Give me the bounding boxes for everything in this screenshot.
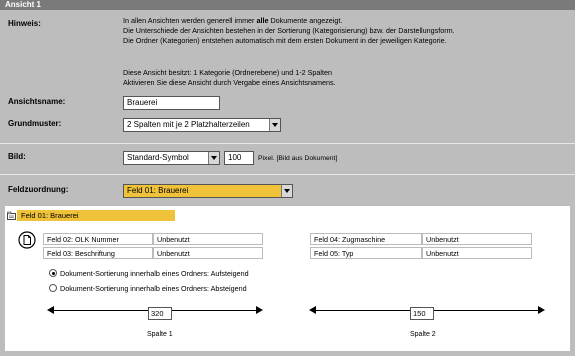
chevron-down-icon[interactable] [208,152,219,164]
table-cell-field: Feld 03: Beschriftung [43,247,153,259]
sort-ascending-label: Dokument-Sortierung innerhalb eines Ordn… [60,269,249,278]
table-cell-value: Unbenutzt [153,247,263,259]
feldzuordnung-value: Feld 01: Brauerei [127,186,189,195]
table-cell-value: Unbenutzt [422,233,532,245]
category-bar: Feld 01: Brauerei [17,210,175,221]
ansichtsname-label: Ansichtsname: [8,97,66,106]
arrow-right-icon [256,306,263,314]
chevron-down-icon[interactable] [281,185,292,197]
sort-ascending-radio[interactable] [49,269,57,277]
sort-descending-radio[interactable] [49,284,57,292]
layout-preview-panel: Feld 01: Brauerei Feld 02: OLK Nummer Un… [5,206,570,351]
grundmuster-select[interactable]: 2 Spalten mit je 2 Platzhalterzeilen [123,118,281,132]
bild-select[interactable]: Standard-Symbol [123,151,220,165]
divider [0,174,575,175]
window-title: Ansicht 1 [0,0,575,10]
table-cell-field: Feld 02: OLK Nummer [43,233,153,245]
hinweis-line-3: Die Ordner (Kategorien) entstehen automa… [123,36,447,45]
hinweis-text-bold: alle [256,16,269,25]
hinweis-text-b: Dokumente angezeigt. [268,16,343,25]
ansichtsname-input[interactable]: Brauerei [123,96,220,110]
bild-label: Bild: [8,152,26,161]
column-1-label: Spalte 1 [147,331,173,338]
document-icon [18,231,36,249]
arrow-right-icon [538,306,545,314]
column-2-label: Spalte 2 [410,331,436,338]
grundmuster-value: 2 Spalten mit je 2 Platzhalterzeilen [127,120,250,129]
bild-value: Standard-Symbol [127,153,189,162]
folder-icon [7,211,16,220]
feldzuordnung-select[interactable]: Feld 01: Brauerei [123,184,293,198]
hinweis-text-a: In allen Ansichten werden generell immer [123,16,257,25]
sort-descending-label: Dokument-Sortierung innerhalb eines Ordn… [60,284,247,293]
info-line-2: Aktivieren Sie diese Ansicht durch Verga… [123,78,336,87]
hinweis-line-1: In allen Ansichten werden generell immer… [123,16,342,26]
table-cell-field: Feld 05: Typ [310,247,422,259]
table-cell-value: Unbenutzt [422,247,532,259]
divider [0,143,575,144]
view-settings-form: Ansicht 1 Hinweis: In allen Ansichten we… [0,0,575,356]
chevron-down-icon[interactable] [269,119,280,131]
table-cell-value: Unbenutzt [153,233,263,245]
table-cell-field: Feld 04: Zugmaschine [310,233,422,245]
column-1-width-input[interactable]: 320 [148,307,172,320]
feldzuordnung-label: Feldzuordnung: [8,185,69,194]
bild-size-input[interactable]: 100 [224,151,254,165]
bild-size-suffix: Pixel. [Bild aus Dokument] [258,155,338,162]
column-2-width-input[interactable]: 150 [410,307,434,320]
hinweis-line-2: Die Unterschiede der Ansichten bestehen … [123,26,455,35]
hinweis-label: Hinweis: [8,19,41,28]
grundmuster-label: Grundmuster: [8,119,62,128]
info-line-1: Diese Ansicht besitzt: 1 Kategorie (Ordn… [123,68,332,77]
